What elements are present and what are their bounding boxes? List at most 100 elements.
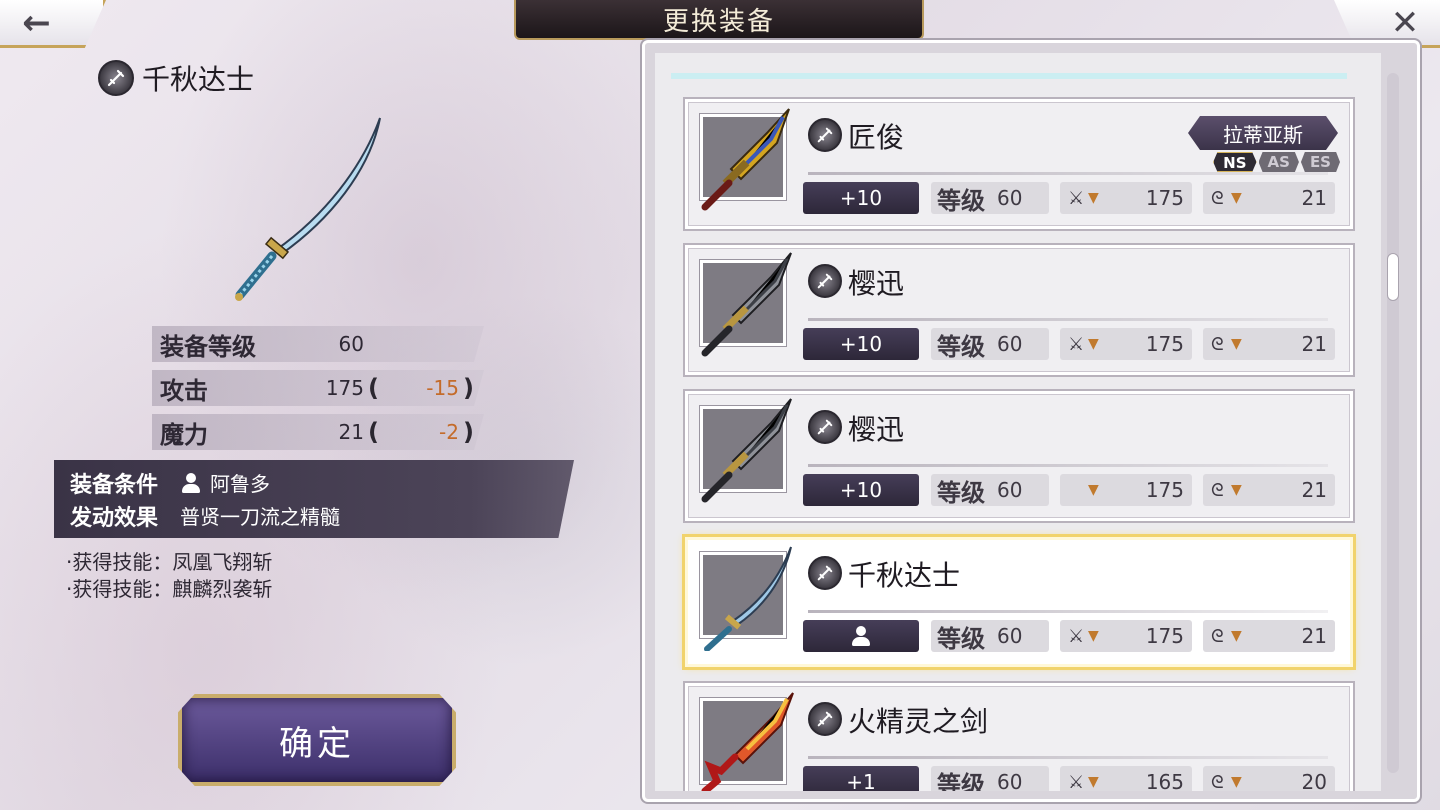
level-label: 等级 [937, 186, 985, 215]
condition-label: 装备条件 [70, 472, 159, 498]
equipment-name: 火精灵之剑 [848, 705, 989, 738]
confirm-button[interactable]: 确定 [178, 694, 456, 786]
weapon-header: 千秋达士 [98, 58, 254, 98]
equipment-list[interactable]: 匠俊 拉蒂亚斯 NS AS ES +10 等级 60 ⚔ ▼ 175 ᘓ ▼ 2… [655, 53, 1381, 791]
equipment-card[interactable]: 匠俊 拉蒂亚斯 NS AS ES +10 等级 60 ⚔ ▼ 175 ᘓ ▼ 2… [685, 99, 1353, 229]
down-arrow-icon: ▼ [1231, 628, 1242, 644]
staff-icon: ᘓ [1211, 625, 1224, 647]
level-chip: 等级 60 [931, 766, 1049, 791]
sword-type-icon [808, 556, 842, 590]
weapon-thumbnail [700, 546, 792, 651]
stat-value: 60 [338, 332, 364, 356]
staff-icon: ᘓ [1211, 771, 1224, 792]
tier-tags: NS AS ES [1213, 152, 1340, 172]
stat-row-attack: 攻击 175 ( -15 ) [152, 370, 484, 406]
divider [808, 464, 1328, 467]
attack-chip: ⚔ ▼ 175 [1060, 182, 1192, 214]
level-label: 等级 [937, 624, 985, 653]
equipment-list-panel[interactable]: 匠俊 拉蒂亚斯 NS AS ES +10 等级 60 ⚔ ▼ 175 ᘓ ▼ 2… [642, 40, 1420, 802]
attack-value: 175 [1145, 332, 1184, 356]
sword-type-icon [808, 410, 842, 444]
down-arrow-icon: ▼ [1231, 482, 1242, 498]
magic-chip: ᘓ ▼ 20 [1203, 766, 1335, 791]
down-arrow-icon: ▼ [1088, 774, 1099, 790]
level-value: 60 [997, 332, 1023, 356]
weapon-name: 千秋达士 [142, 63, 255, 96]
effect-label: 发动效果 [70, 505, 159, 531]
divider [808, 756, 1328, 759]
attack-value: 175 [1145, 624, 1184, 648]
stat-label: 魔力 [160, 420, 208, 449]
attack-value: 165 [1145, 770, 1184, 791]
skill-line: ·获得技能：凤凰飞翔斩 [66, 550, 273, 574]
magic-value: 20 [1301, 770, 1327, 791]
enhance-level-chip: +10 [803, 182, 919, 214]
condition-value: 阿鲁多 [210, 472, 270, 496]
sword-type-icon [98, 60, 134, 96]
condition-line: 装备条件 阿鲁多 [70, 466, 574, 499]
tier-tag-as: AS [1258, 152, 1299, 172]
down-arrow-icon: ▼ [1088, 482, 1099, 498]
golden-sword-icon [701, 108, 790, 211]
level-value: 60 [997, 770, 1023, 791]
stat-diff: -15 [426, 376, 459, 400]
equipment-card[interactable]: 樱迅 +10 等级 60 ▼ 175 ᘓ ▼ 21 [685, 391, 1353, 521]
weapon-thumbnail [700, 252, 792, 357]
list-scrollbar[interactable] [1387, 73, 1399, 773]
equipment-card-selected[interactable]: 千秋达士 等级 60 ⚔ ▼ 175 ᘓ ▼ 21 [685, 537, 1353, 667]
stat-row-level: 装备等级 60 [152, 326, 484, 362]
magic-value: 21 [1301, 332, 1327, 356]
effect-value: 普贤一刀流之精髓 [180, 505, 340, 529]
equipment-name: 樱迅 [848, 267, 905, 300]
equip-condition-box: 装备条件 阿鲁多 发动效果 普贤一刀流之精髓 [54, 460, 574, 538]
stat-value: 21 [338, 420, 364, 444]
staff-icon: ᘓ [1211, 187, 1224, 209]
character-tag: 拉蒂亚斯 [1188, 116, 1338, 150]
equipment-name: 樱迅 [848, 413, 905, 446]
person-icon [180, 472, 202, 494]
sword-icon: ⚔ [1068, 187, 1085, 209]
level-value: 60 [997, 186, 1023, 210]
list-top-edge [671, 73, 1347, 79]
magic-value: 21 [1301, 624, 1327, 648]
magic-chip: ᘓ ▼ 21 [1203, 182, 1335, 214]
weapon-thumbnail [700, 398, 792, 503]
level-chip: 等级 60 [931, 328, 1049, 361]
attack-chip: ⚔ ▼ 175 [1060, 620, 1192, 652]
level-label: 等级 [937, 332, 985, 361]
attack-chip: ▼ 175 [1060, 474, 1192, 506]
dark-sword-icon [701, 398, 792, 503]
equipment-card[interactable]: 火精灵之剑 +1 等级 60 ⚔ ▼ 165 ᘓ ▼ 20 [685, 683, 1353, 791]
enhance-level-chip: +1 [803, 766, 919, 791]
down-arrow-icon: ▼ [1088, 628, 1099, 644]
staff-icon: ᘓ [1211, 479, 1224, 501]
stat-row-magic: 魔力 21 ( -2 ) [152, 414, 484, 450]
divider [808, 172, 1328, 175]
stat-label: 装备等级 [160, 332, 256, 361]
stat-value: 175 [325, 376, 364, 400]
weapon-thumbnail [700, 108, 790, 211]
attack-value: 175 [1145, 186, 1184, 210]
sword-icon: ⚔ [1068, 625, 1085, 647]
person-icon [850, 625, 872, 647]
magic-value: 21 [1301, 478, 1327, 502]
sword-icon: ⚔ [1068, 771, 1085, 792]
enhance-level-chip: +10 [803, 474, 919, 506]
effect-line: 发动效果 普贤一刀流之精髓 [70, 499, 574, 532]
arrow-left-icon: ← [22, 2, 51, 43]
katana-image [235, 117, 381, 301]
magic-chip: ᘓ ▼ 21 [1203, 474, 1335, 506]
attack-value: 175 [1145, 478, 1184, 502]
scrollbar-thumb[interactable] [1387, 253, 1399, 301]
equipped-by-chip [803, 620, 919, 652]
level-chip: 等级 60 [931, 474, 1049, 507]
sword-type-icon [808, 702, 842, 736]
stat-diff: -2 [439, 420, 459, 444]
equipment-name: 匠俊 [848, 121, 905, 154]
attack-chip: ⚔ ▼ 175 [1060, 328, 1192, 360]
katana-icon [704, 546, 792, 651]
attack-chip: ⚔ ▼ 165 [1060, 766, 1192, 791]
enhance-level-chip: +10 [803, 328, 919, 360]
equipment-card[interactable]: 樱迅 +10 等级 60 ⚔ ▼ 175 ᘓ ▼ 21 [685, 245, 1353, 375]
weapon-thumbnail [700, 692, 794, 791]
